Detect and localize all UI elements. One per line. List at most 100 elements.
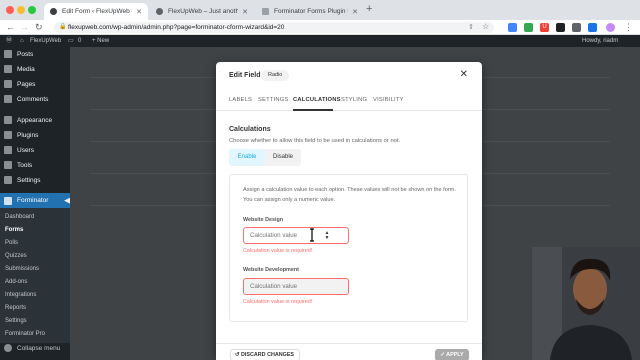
sidebar-item-label: Plugins [17,131,39,139]
forminator-icon [4,196,12,205]
extension-icon[interactable] [508,23,517,32]
extension-icon[interactable] [588,23,597,32]
field-type-badge: Radio [261,70,290,81]
extension-icon[interactable] [556,23,565,32]
brush-icon [4,116,12,124]
option-label-website-development: Website Development [243,267,299,273]
discard-label: DISCARD CHANGES [241,352,295,358]
error-message: Calculation value is required! [243,248,313,254]
tab-label: FlexUpWeb – Just another Wo... [168,8,239,15]
site-name[interactable]: FlexUpWeb [30,35,61,47]
disable-option[interactable]: Disable [265,149,301,166]
active-tab-indicator [293,109,333,111]
submenu-dashboard[interactable]: Dashboard [5,214,34,220]
sidebar-item-label: Media [17,65,35,73]
tab-settings[interactable]: SETTINGS [258,97,289,103]
section-title: Calculations [229,126,271,133]
sidebar-item-settings[interactable]: Settings [0,173,70,187]
sidebar-item-appearance[interactable]: Appearance [0,113,70,127]
calculation-value-input-development[interactable] [243,278,349,295]
submenu-settings[interactable]: Settings [5,318,27,324]
media-icon [4,65,12,73]
apply-button[interactable]: ✓ APPLY [435,349,469,360]
url-bar[interactable]: 🔒 flexupweb.com/wp-admin/admin.php?page=… [54,22,494,33]
profile-avatar[interactable] [606,23,615,32]
enable-option[interactable]: Enable [229,149,265,166]
extension-icon[interactable]: U [540,23,549,32]
maximize-window-icon[interactable] [28,6,36,14]
sidebar-item-pages[interactable]: Pages [0,77,70,91]
wp-sidebar: Posts Media Pages Comments Appearance Pl… [0,47,71,360]
document-favicon-icon [262,8,269,15]
wordpress-logo-icon[interactable]: Ⓦ [6,35,12,47]
sidebar-item-media[interactable]: Media [0,62,70,76]
number-stepper-icon[interactable]: ▲ ▼ [323,231,331,241]
info-line-2: You can assign only a numeric value. [243,197,336,203]
tab-calculations[interactable]: CALCULATIONS [293,97,341,103]
lock-icon: 🔒 [59,24,67,30]
modal-footer: ↺ DISCARD CHANGES ✓ APPLY [216,343,482,360]
tab-styling[interactable]: STYLING [341,97,367,103]
sidebar-item-label: Tools [17,161,33,169]
close-tab-icon[interactable]: ✕ [242,8,248,16]
sidebar-item-tools[interactable]: Tools [0,158,70,172]
webcam-overlay [532,247,640,360]
calculations-toggle: Enable Disable [229,149,301,166]
extension-icon[interactable] [524,23,533,32]
browser-tab-edit-form[interactable]: Edit Form ‹ FlexUpWeb — Wo... ✕ [44,3,148,20]
close-icon[interactable]: ✕ [460,69,468,80]
collapse-icon [4,344,12,352]
submenu-forminator-pro[interactable]: Forminator Pro [5,331,45,337]
tab-visibility[interactable]: VISIBILITY [373,97,404,103]
sidebar-item-label: Users [17,146,34,154]
howdy-user[interactable]: Howdy, riadm [582,35,618,47]
sidebar-item-label: Settings [17,176,41,184]
home-icon[interactable]: ⌂ [20,35,24,47]
sidebar-item-label: Pages [17,80,36,88]
calculation-value-input-design[interactable] [243,227,349,244]
close-tab-icon[interactable]: ✕ [136,8,142,16]
extensions-puzzle-icon[interactable] [572,23,581,32]
tab-labels[interactable]: LABELS [229,97,252,103]
sidebar-item-comments[interactable]: Comments [0,92,70,106]
address-toolbar: ← → ↻ 🔒 flexupweb.com/wp-admin/admin.php… [0,20,640,35]
close-window-icon[interactable] [6,6,14,14]
share-icon[interactable]: ⇧ [468,23,474,31]
sidebar-item-plugins[interactable]: Plugins [0,128,70,142]
sidebar-item-forminator[interactable]: Forminator ◀ [0,193,71,208]
browser-tab-site[interactable]: FlexUpWeb – Just another Wo... ✕ [150,3,254,20]
url-text: flexupweb.com/wp-admin/admin.php?page=fo… [68,24,285,31]
discard-changes-button[interactable]: ↺ DISCARD CHANGES [230,349,301,360]
info-line-1: Assign a calculation value to each optio… [243,187,456,193]
submenu-integrations[interactable]: Integrations [5,292,36,298]
sidebar-item-label: Appearance [17,116,53,124]
browser-tab-forminator[interactable]: Forminator Forms Plugin Usag... ✕ [256,3,364,20]
new-content-link[interactable]: + New [92,35,109,47]
wp-admin-bar: Ⓦ ⌂ FlexUpWeb ▭ 0 + New Howdy, riadm [0,35,640,47]
forward-arrow-icon[interactable]: → [20,22,29,32]
option-label-website-design: Website Design [243,217,284,223]
reload-icon[interactable]: ↻ [35,22,43,33]
bookmark-star-icon[interactable]: ☆ [482,22,489,31]
sidebar-item-label: Forminator [17,197,49,204]
comment-icon [4,95,12,103]
comments-icon[interactable]: ▭ [68,35,74,47]
close-tab-icon[interactable]: ✕ [352,8,358,16]
sidebar-item-posts[interactable]: Posts [0,47,70,61]
new-tab-icon[interactable]: + [366,3,372,15]
collapse-menu-button[interactable]: Collapse menu [0,341,70,355]
text-cursor-icon [310,228,314,242]
submenu-quizzes[interactable]: Quizzes [5,253,27,259]
back-arrow-icon[interactable]: ← [6,22,15,32]
submenu-polls[interactable]: Polls [5,240,18,246]
comments-count[interactable]: 0 [78,35,81,47]
apply-label: APPLY [446,352,464,358]
submenu-reports[interactable]: Reports [5,305,26,311]
forminator-submenu: Dashboard Forms Polls Quizzes Submission… [0,208,70,343]
menu-kebab-icon[interactable]: ⋮ [624,22,633,33]
submenu-submissions[interactable]: Submissions [5,266,39,272]
submenu-forms[interactable]: Forms [5,227,23,233]
submenu-addons[interactable]: Add-ons [5,279,27,285]
minimize-window-icon[interactable] [17,6,25,14]
sidebar-item-users[interactable]: Users [0,143,70,157]
